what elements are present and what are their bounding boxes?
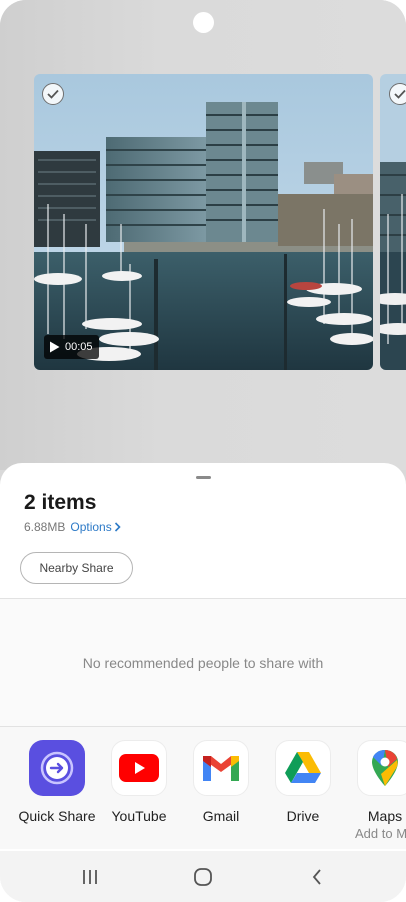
app-quick-share[interactable]: Quick Share — [17, 740, 97, 824]
sheet-title: 2 items — [24, 491, 97, 514]
app-label: Drive — [286, 808, 320, 824]
second-photo — [380, 74, 406, 370]
harbor-photo — [34, 74, 373, 370]
front-camera — [193, 12, 214, 33]
checkmark-icon — [394, 89, 406, 99]
nearby-share-button[interactable]: Nearby Share — [20, 552, 133, 584]
app-list: Quick Share YouTube Gmail Drive Maps Add… — [0, 727, 406, 849]
app-label: Quick Share — [18, 808, 96, 824]
quick-share-icon — [29, 740, 85, 796]
home-icon — [194, 868, 212, 886]
drag-handle[interactable] — [196, 476, 211, 479]
options-label: Options — [70, 520, 112, 534]
back-button[interactable] — [305, 866, 329, 888]
media-thumbnail-video[interactable]: 00:05 — [34, 74, 373, 370]
select-checkbox-second[interactable] — [389, 83, 406, 105]
app-label: YouTube — [111, 808, 167, 824]
navigation-bar — [0, 851, 406, 902]
app-label: Maps — [367, 808, 403, 824]
play-icon — [50, 341, 60, 353]
options-link[interactable]: Options — [70, 520, 121, 534]
app-drive[interactable]: Drive — [263, 740, 343, 824]
app-label: Gmail — [202, 808, 240, 824]
home-button[interactable] — [191, 866, 215, 888]
drive-icon — [275, 740, 331, 796]
recommended-people-area: No recommended people to share with — [0, 599, 406, 726]
app-sublabel: Add to M — [355, 826, 406, 841]
selection-info: 6.88MB Options — [24, 520, 121, 534]
no-people-message: No recommended people to share with — [82, 655, 324, 671]
app-maps[interactable]: Maps Add to M — [345, 740, 406, 841]
checkmark-icon — [47, 89, 59, 99]
video-duration-badge: 00:05 — [44, 335, 99, 359]
app-youtube[interactable]: YouTube — [99, 740, 179, 824]
video-duration: 00:05 — [65, 341, 93, 353]
phone-screen: 00:05 2 items 6.88MB Options Nearby Shar… — [0, 0, 406, 902]
maps-icon — [357, 740, 406, 796]
select-checkbox[interactable] — [42, 83, 64, 105]
gmail-icon — [193, 740, 249, 796]
youtube-icon — [111, 740, 167, 796]
recents-button[interactable] — [78, 866, 102, 888]
back-icon — [312, 869, 321, 885]
preview-area: 00:05 — [0, 0, 406, 470]
share-sheet: 2 items 6.88MB Options Nearby Share No r… — [0, 463, 406, 902]
chevron-right-icon — [114, 522, 121, 532]
app-gmail[interactable]: Gmail — [181, 740, 261, 824]
media-thumbnail-second[interactable] — [380, 74, 406, 370]
total-size: 6.88MB — [24, 520, 66, 534]
recents-icon — [83, 870, 97, 884]
